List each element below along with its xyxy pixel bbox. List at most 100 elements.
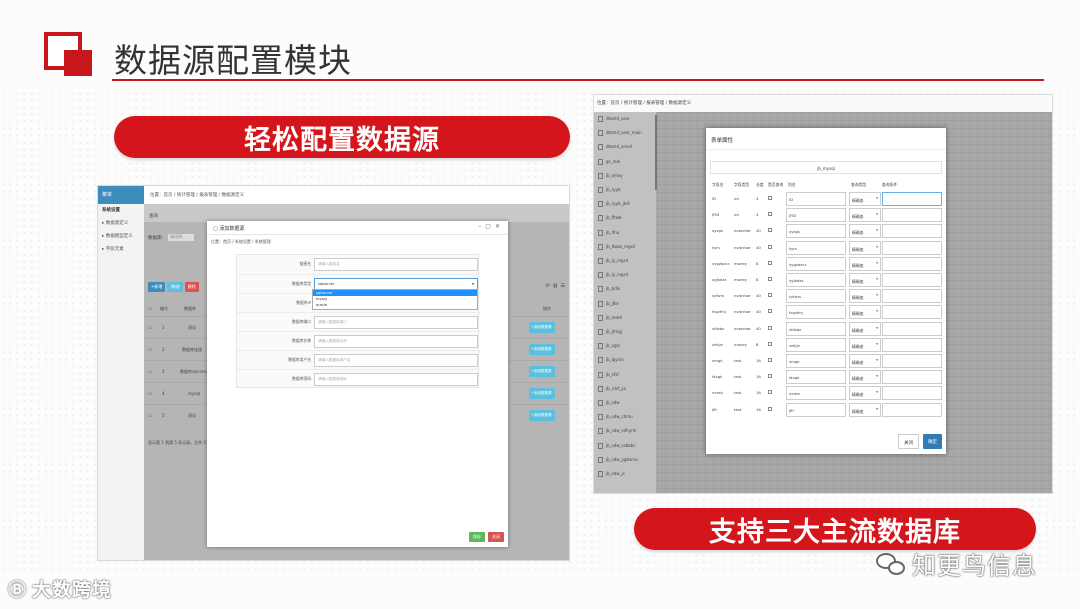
query-type-select[interactable]: 精确查 ▾: [849, 224, 881, 239]
link-name-input[interactable]: 请输入链接名: [314, 258, 478, 271]
query-checkbox[interactable]: [768, 293, 772, 298]
query-checkbox[interactable]: [768, 228, 772, 233]
table-list-item[interactable]: jb_xglx: [598, 343, 620, 350]
table-list-item[interactable]: jb_sdw_chmu: [598, 414, 633, 421]
add-datasource-button[interactable]: +添加数据源: [529, 388, 555, 399]
add-button[interactable]: +新增: [148, 282, 166, 292]
refresh-icon[interactable]: ⟳: [546, 283, 550, 289]
query-checkbox[interactable]: [768, 212, 772, 217]
db-name-input[interactable]: 请输入数据库名称: [314, 335, 478, 348]
alias-input[interactable]: xmgk: [786, 354, 846, 368]
sidebar-item[interactable]: 系统设置: [98, 204, 144, 217]
query-checkbox[interactable]: [768, 277, 772, 281]
table-list-item[interactable]: jb_jtmgj: [598, 329, 622, 335]
dropdown-option[interactable]: oracle: [313, 302, 477, 308]
alias-input[interactable]: xygzbzcz: [786, 256, 846, 271]
query-type-select[interactable]: 精确查 ▾: [849, 305, 881, 320]
alias-input[interactable]: sfdsbz: [786, 321, 846, 336]
alias-input[interactable]: nxmb: [786, 386, 846, 401]
table-list-item[interactable]: jb_sdw_js: [598, 471, 625, 477]
add-datasource-button[interactable]: +添加数据源: [529, 322, 555, 333]
alias-input[interactable]: jffr: [786, 402, 846, 417]
table-list-item[interactable]: jb_ryyb: [598, 187, 621, 193]
query-type-select[interactable]: 精确查 ▾: [849, 354, 881, 368]
alias-input[interactable]: kyrs: [786, 240, 846, 255]
table-list-item[interactable]: jb_mdet: [598, 314, 622, 321]
menu-icon[interactable]: ☰: [561, 283, 565, 289]
table-list-item[interactable]: dtomd_user: [598, 116, 630, 122]
table-list-item[interactable]: jb_sdw: [598, 400, 620, 406]
query-type-select[interactable]: 精确查 ▾: [849, 289, 881, 304]
alias-input[interactable]: fcgzfmj: [786, 305, 846, 320]
save-button[interactable]: 保存: [469, 532, 485, 542]
query-checkbox[interactable]: [768, 244, 772, 249]
query-type-select[interactable]: 精确查 ▾: [849, 386, 881, 401]
table-list-item[interactable]: jb_rdsf_yx: [598, 385, 626, 392]
db-user-input[interactable]: 请输入数据库用户名: [314, 354, 478, 367]
alias-input[interactable]: ldxgk: [786, 370, 846, 385]
db-password-input[interactable]: 请输入数据库密码: [314, 373, 478, 386]
table-list-item[interactable]: jb_ryyb_jkdl: [598, 201, 630, 208]
query-condition-input[interactable]: [882, 354, 942, 368]
table-list-item[interactable]: jb_ltwas_mgsrl: [598, 243, 635, 250]
add-datasource-button[interactable]: +添加数据源: [529, 410, 555, 421]
query-checkbox[interactable]: [768, 341, 772, 346]
table-list-item[interactable]: jb_bdlx: [598, 286, 620, 293]
close-button[interactable]: 关闭: [488, 532, 504, 542]
edit-button[interactable]: /修改: [167, 282, 183, 292]
alias-input[interactable]: xyjbdzz: [786, 273, 846, 287]
query-checkbox[interactable]: [768, 260, 772, 265]
query-type-select[interactable]: 精确查 ▾: [849, 321, 881, 336]
query-condition-input[interactable]: [882, 305, 942, 320]
columns-icon[interactable]: ▥: [553, 283, 558, 289]
table-list-item[interactable]: jb_sdw_ygbsnss: [598, 456, 638, 463]
query-checkbox[interactable]: [768, 374, 772, 379]
query-type-select[interactable]: 精确查 ▾: [849, 208, 881, 223]
query-condition-input[interactable]: [882, 273, 942, 287]
query-checkbox[interactable]: [768, 406, 772, 411]
query-condition-input[interactable]: [882, 192, 942, 206]
table-list-item[interactable]: jb_jfke: [598, 300, 619, 307]
alias-input[interactable]: xyzgs: [786, 224, 846, 239]
table-list-item[interactable]: jb_xmxy: [598, 172, 623, 179]
query-type-select[interactable]: 精确查 ▾: [849, 402, 881, 417]
alias-input[interactable]: JFID: [786, 208, 846, 223]
query-type-select[interactable]: 精确查 ▾: [849, 273, 881, 287]
query-type-select[interactable]: 精确查 ▾: [849, 192, 881, 206]
sidebar-item[interactable]: ▸ 字段元素: [98, 243, 144, 256]
query-checkbox[interactable]: [768, 390, 772, 395]
table-list-item[interactable]: jb_ly_mgsrl: [598, 272, 628, 279]
table-list-item[interactable]: dtomd_user_main: [598, 130, 642, 137]
alias-input[interactable]: zzfyje: [786, 337, 846, 352]
table-list-item[interactable]: jb_fltwb: [598, 215, 622, 222]
confirm-button[interactable]: 确定: [923, 434, 942, 449]
query-condition-input[interactable]: [882, 240, 942, 255]
alias-input[interactable]: ID: [786, 192, 846, 206]
query-type-select[interactable]: 精确查 ▾: [849, 337, 881, 352]
query-type-select[interactable]: 精确查 ▾: [849, 240, 881, 255]
query-condition-input[interactable]: [882, 289, 942, 304]
window-controls[interactable]: –▢✕: [478, 223, 504, 230]
query-type-select[interactable]: 精确查 ▾: [849, 256, 881, 271]
query-condition-input[interactable]: [882, 208, 942, 223]
table-list-item[interactable]: jb_sdw_sdhyrm: [598, 428, 637, 435]
query-checkbox[interactable]: [768, 309, 772, 314]
query-checkbox[interactable]: [768, 196, 772, 200]
close-button[interactable]: 关闭: [898, 434, 919, 449]
query-checkbox[interactable]: [768, 325, 772, 330]
sidebar-item[interactable]: ▸ 数据源定义: [98, 217, 144, 230]
db-port-input[interactable]: 请输入数据库端口: [314, 316, 478, 329]
query-condition-input[interactable]: [882, 402, 942, 417]
table-list-item[interactable]: jb_lfna: [598, 229, 619, 236]
search-select[interactable]: 请选择...: [168, 234, 194, 241]
table-list-item[interactable]: jb_lgysm: [598, 357, 624, 364]
table-list-item[interactable]: jb_ly_mgsrl: [598, 258, 628, 264]
query-condition-input[interactable]: [882, 321, 942, 336]
table-list-item[interactable]: gs_role: [598, 158, 620, 165]
query-condition-input[interactable]: [882, 386, 942, 401]
table-list-item[interactable]: jb_sdw_ssbbbs: [598, 442, 635, 449]
table-list-item[interactable]: dtomd_xmxll: [598, 144, 632, 151]
query-type-select[interactable]: 精确查 ▾: [849, 370, 881, 385]
add-datasource-button[interactable]: +添加数据源: [529, 366, 555, 377]
query-condition-input[interactable]: [882, 370, 942, 385]
